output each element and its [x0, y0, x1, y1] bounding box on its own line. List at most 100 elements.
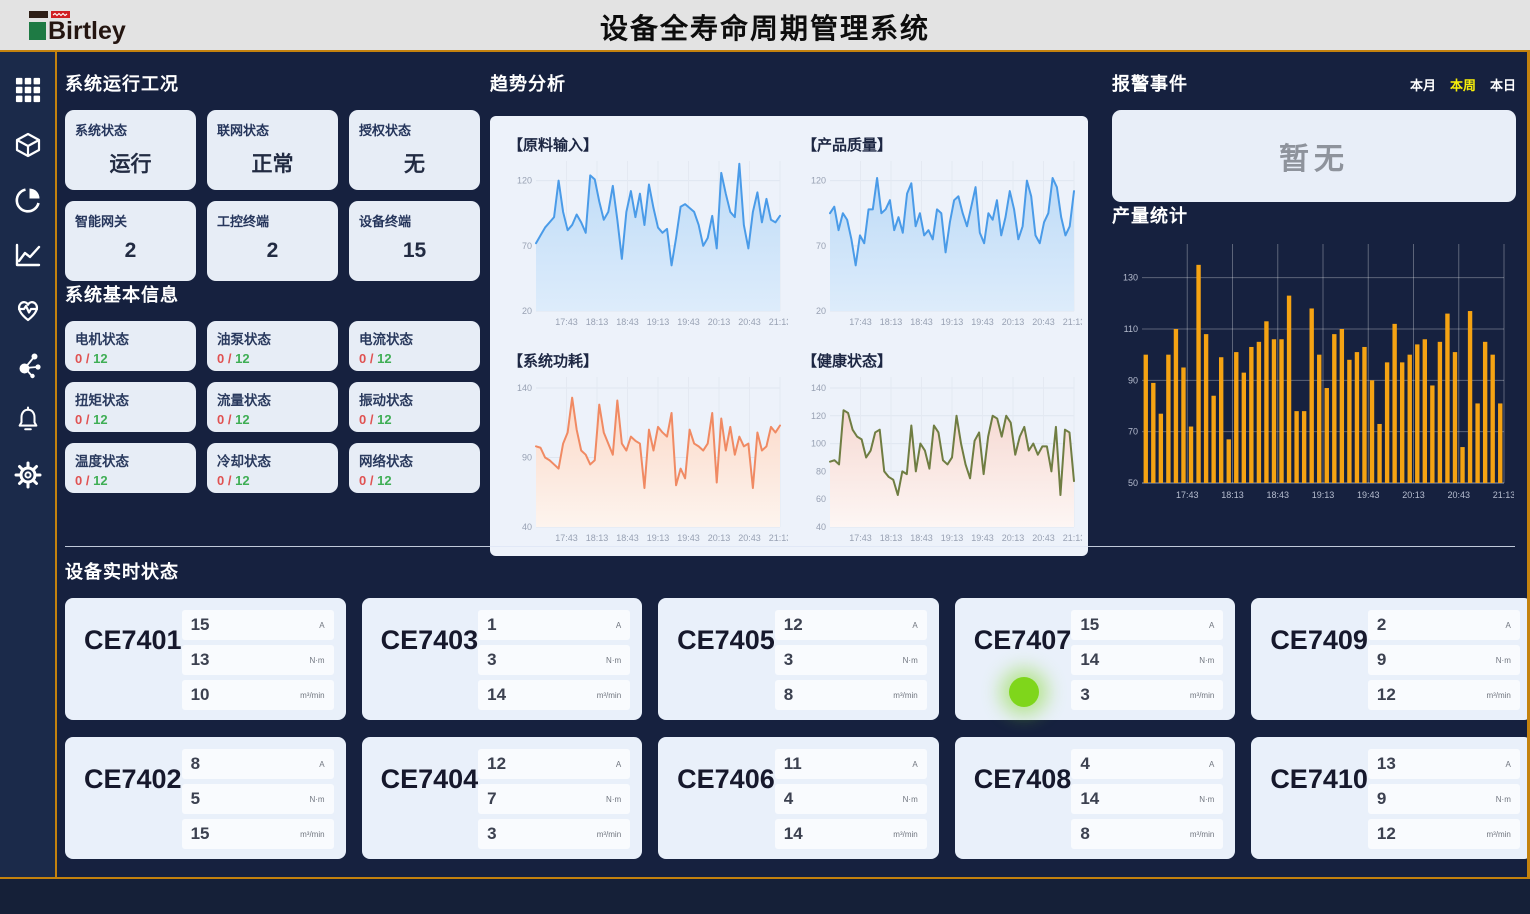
svg-text:80: 80	[816, 466, 826, 476]
device-metric: 4 N·m	[775, 784, 927, 814]
device-card-ce7406[interactable]: CE7406 11 A 4 N·m 14 m³/min	[658, 737, 939, 859]
status-card: 工控终端 2	[207, 201, 338, 281]
cube-icon[interactable]	[14, 131, 42, 159]
grid-icon[interactable]	[14, 76, 42, 104]
svg-text:18:43: 18:43	[910, 533, 933, 543]
device-metric: 4 A	[1071, 749, 1223, 779]
svg-text:60: 60	[816, 494, 826, 504]
svg-text:20:43: 20:43	[1447, 490, 1470, 500]
device-metric-value: 12	[1377, 685, 1396, 705]
info-card-alarm-count: 0 /	[359, 473, 373, 488]
svg-text:130: 130	[1123, 273, 1138, 283]
svg-text:140: 140	[517, 383, 532, 393]
device-metric-list: 8 A 5 N·m 15 m³/min	[182, 749, 334, 859]
svg-text:18:13: 18:13	[586, 317, 609, 327]
svg-text:140: 140	[811, 383, 826, 393]
status-card-value: 正常	[217, 148, 328, 178]
status-card-label: 系统状态	[75, 120, 186, 139]
status-card-value: 15	[359, 239, 470, 263]
app-footer	[0, 879, 1530, 914]
device-metric: 7 N·m	[478, 784, 630, 814]
device-card-ce7401[interactable]: CE7401 15 A 13 N·m 10 m³/min	[65, 598, 346, 720]
device-metric-unit: N·m	[309, 656, 324, 665]
svg-text:90: 90	[1128, 375, 1138, 385]
molecule-icon[interactable]	[14, 351, 42, 379]
svg-text:19:13: 19:13	[647, 317, 670, 327]
device-metric: 3 m³/min	[1071, 680, 1223, 710]
alarm-heading: 报警事件	[1112, 70, 1188, 96]
gold-bottom-divider	[0, 877, 1530, 879]
svg-text:17:43: 17:43	[555, 317, 578, 327]
bell-icon[interactable]	[14, 406, 42, 434]
device-name: CE7401	[84, 625, 182, 720]
panel-system: 系统运行工况 系统状态 运行 联网状态 正常 授权状态 无 智能网关 2 工控终…	[65, 70, 480, 493]
alarm-tab-month[interactable]: 本月	[1410, 75, 1436, 94]
info-card-total-count: 12	[235, 473, 249, 488]
device-card-ce7408[interactable]: CE7408 4 A 14 N·m 8 m³/min	[955, 737, 1236, 859]
device-name: CE7404	[381, 764, 479, 859]
info-card-label: 温度状态	[75, 450, 186, 470]
device-card-ce7402[interactable]: CE7402 8 A 5 N·m 15 m³/min	[65, 737, 346, 859]
pie-chart-icon[interactable]	[14, 186, 42, 214]
alarm-tab-week[interactable]: 本周	[1450, 75, 1476, 94]
device-metric-unit: m³/min	[1190, 691, 1214, 700]
info-card: 温度状态 0 / 12	[65, 443, 196, 493]
trend-chart-power: 【系统功耗】 409014017:4318:1318:4319:1319:432…	[498, 342, 792, 550]
svg-text:21:13: 21:13	[769, 533, 788, 543]
device-metric-unit: A	[912, 760, 917, 769]
device-metric: 12 A	[478, 749, 630, 779]
device-metric-value: 10	[191, 685, 210, 705]
alarm-tab-day[interactable]: 本日	[1490, 75, 1516, 94]
svg-text:20:43: 20:43	[1032, 317, 1055, 327]
device-name: CE7406	[677, 764, 775, 859]
device-metric: 9 N·m	[1368, 645, 1520, 675]
device-metric-value: 12	[784, 615, 803, 635]
system-status-grid: 系统状态 运行 联网状态 正常 授权状态 无 智能网关 2 工控终端 2 设备终…	[65, 110, 480, 281]
info-card: 油泵状态 0 / 12	[207, 321, 338, 371]
info-card: 振动状态 0 / 12	[349, 382, 480, 432]
panel-trend: 趋势分析 【原料输入】 207012017:4318:1318:4319:131…	[490, 70, 1088, 556]
device-card-ce7403[interactable]: CE7403 1 A 3 N·m 14 m³/min	[362, 598, 643, 720]
info-card-total-count: 12	[93, 473, 107, 488]
device-status-indicator	[1009, 677, 1039, 707]
trend-chart-title: 【原料输入】	[508, 134, 788, 155]
device-metric-unit: A	[616, 760, 621, 769]
svg-text:19:43: 19:43	[971, 317, 994, 327]
device-metric: 14 m³/min	[775, 819, 927, 849]
device-metric-unit: m³/min	[1486, 830, 1510, 839]
health-pulse-icon[interactable]	[14, 296, 42, 324]
device-metric-unit: A	[616, 621, 621, 630]
device-metric-value: 15	[191, 615, 210, 635]
device-metric-value: 9	[1377, 650, 1386, 670]
gear-icon[interactable]	[14, 461, 42, 489]
line-chart-icon[interactable]	[14, 241, 42, 269]
device-metric-value: 7	[487, 789, 496, 809]
device-card-ce7409[interactable]: CE7409 2 A 9 N·m 12 m³/min	[1251, 598, 1530, 720]
svg-text:20:43: 20:43	[738, 533, 761, 543]
device-metric-unit: N·m	[903, 795, 918, 804]
info-card-count: 0 / 12	[217, 412, 328, 427]
svg-text:18:43: 18:43	[910, 317, 933, 327]
device-metric: 8 m³/min	[1071, 819, 1223, 849]
svg-text:120: 120	[811, 411, 826, 421]
device-metric-value: 1	[487, 615, 496, 635]
device-metric: 1 A	[478, 610, 630, 640]
device-metric: 12 m³/min	[1368, 819, 1520, 849]
svg-text:18:13: 18:13	[880, 317, 903, 327]
trend-heading: 趋势分析	[490, 70, 1088, 96]
svg-text:19:43: 19:43	[1357, 490, 1380, 500]
device-card-ce7405[interactable]: CE7405 12 A 3 N·m 8 m³/min	[658, 598, 939, 720]
info-card-label: 电机状态	[75, 328, 186, 348]
device-card-ce7404[interactable]: CE7404 12 A 7 N·m 3 m³/min	[362, 737, 643, 859]
device-metric-value: 12	[487, 754, 506, 774]
status-card-value: 运行	[75, 148, 186, 178]
device-metric: 3 N·m	[775, 645, 927, 675]
info-card-total-count: 12	[235, 412, 249, 427]
device-card-ce7407[interactable]: CE7407 15 A 14 N·m 3 m³/min	[955, 598, 1236, 720]
info-card-alarm-count: 0 /	[359, 351, 373, 366]
device-metric-unit: m³/min	[300, 830, 324, 839]
device-metric-value: 4	[784, 789, 793, 809]
status-card: 授权状态 无	[349, 110, 480, 190]
svg-text:19:13: 19:13	[1312, 490, 1335, 500]
device-card-ce7410[interactable]: CE7410 13 A 9 N·m 12 m³/min	[1251, 737, 1530, 859]
